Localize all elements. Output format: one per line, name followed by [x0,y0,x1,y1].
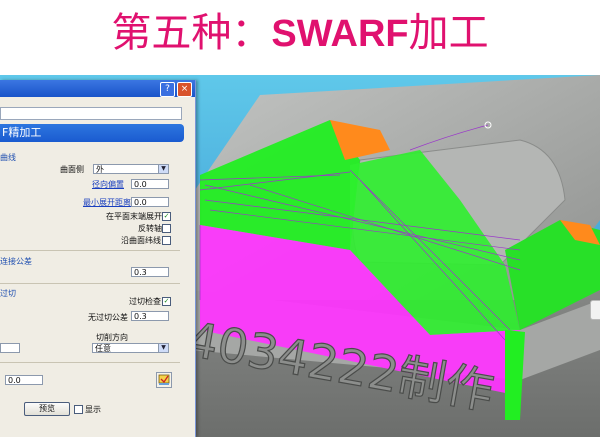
min-unfold-input[interactable]: 0.0 [131,197,169,207]
cut-direction-label: 切削方向 [96,333,128,342]
surface-side-value: 外 [96,165,104,174]
left-input[interactable] [0,343,20,353]
title-en: SWARF [271,13,409,55]
section-surface-label: 曲线 [0,153,16,162]
surface-side-label: 曲面侧 [60,165,84,174]
divider [0,250,180,251]
unfold-ends-label: 在平面末端展开 [106,212,162,221]
reverse-axis-label: 反转轴 [138,224,162,233]
calculate-icon[interactable] [156,372,172,388]
title-cn-suffix: 加工 [408,10,489,56]
divider [0,283,180,284]
dialog-titlebar: ? × [0,80,195,97]
surface-side-select[interactable]: 外 ▼ [93,164,169,174]
unfold-ends-checkbox[interactable]: ✓ [162,212,171,221]
no-overcut-tol-input[interactable]: 0.3 [131,311,169,321]
connect-tol-input[interactable]: 0.3 [131,267,169,277]
help-button[interactable]: ? [160,82,175,97]
strategy-banner: F精加工 [0,124,184,142]
close-button[interactable]: × [177,82,192,97]
slide-title: 第五种：SWARF加工 [0,0,600,70]
cut-direction-value: 任意 [95,344,111,353]
section-connect-tol-label: 连接公差 [0,257,32,266]
title-cn-prefix: 第五种： [111,10,272,56]
min-unfold-link[interactable]: 最小展开距离 [83,197,131,208]
radial-offset-input[interactable]: 0.0 [131,179,169,189]
preview-button[interactable]: 预览 [24,402,70,416]
swarf-finish-dialog: ? × F精加工 曲线 曲面侧 外 ▼ 径向偏置 0.0 最小展开距离 0.0 … [0,80,196,437]
chevron-down-icon[interactable]: ▼ [158,165,168,173]
section-overcut-label: 过切 [0,289,16,298]
radial-offset-link[interactable]: 径向偏置 [92,179,124,190]
side-toolbar-icon[interactable] [590,300,600,320]
thickness-input[interactable]: 0.0 [5,375,43,385]
display-label: 显示 [85,405,101,414]
toolpath-name-input[interactable] [0,107,182,120]
along-surface-label: 沿曲面纬线 [121,236,161,245]
overcut-check-label: 过切检查 [129,297,161,306]
reverse-axis-checkbox[interactable] [162,224,171,233]
no-overcut-tol-label: 无过切公差 [88,313,128,322]
display-checkbox[interactable] [74,405,83,414]
chevron-down-icon[interactable]: ▼ [158,344,168,352]
divider [0,362,180,363]
calculator-icon [158,374,170,385]
along-surface-checkbox[interactable] [162,236,171,245]
overcut-check-checkbox[interactable]: ✓ [162,297,171,306]
cut-direction-select[interactable]: 任意 ▼ [92,343,169,353]
